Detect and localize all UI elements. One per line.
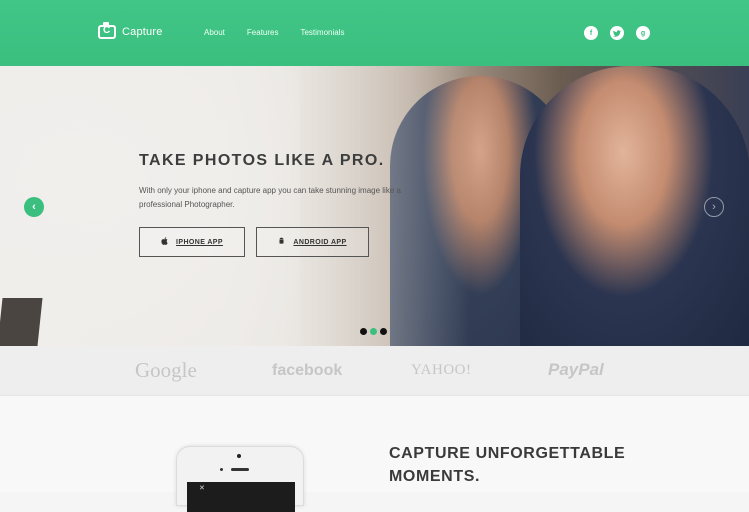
slider-next-button[interactable]: › [704,197,724,217]
google-logo: Google [135,358,197,382]
google-plus-icon[interactable]: g [636,26,650,40]
camera-icon [98,22,116,39]
iphone-mockup: ✕ [176,446,304,512]
android-app-button[interactable]: ANDROID APP [256,227,369,257]
site-logo[interactable]: Capture [98,22,163,39]
phone-speaker [231,468,249,471]
phone-sensor [220,468,223,471]
android-app-label: ANDROID APP [293,238,347,246]
slider-prev-button[interactable]: ‹ [24,197,44,217]
logo-text: Capture [122,26,163,38]
chevron-left-icon: ‹ [32,201,36,213]
facebook-logo: facebook [272,362,343,379]
slider-dot-3[interactable] [380,328,387,335]
android-icon [278,237,285,247]
iphone-app-label: IPHONE APP [176,238,223,246]
twitter-icon[interactable] [610,26,624,40]
slider-pagination [360,328,387,335]
apple-icon [161,237,168,247]
slider-dot-1[interactable] [360,328,367,335]
chevron-right-icon: › [712,201,716,213]
hero-slider: TAKE PHOTOS LIKE A PRO. With only your i… [0,66,749,346]
close-icon: ✕ [199,485,205,492]
facebook-icon[interactable]: f [584,26,598,40]
slider-dot-2[interactable] [370,328,377,335]
main-nav: About Features Testimonials [204,28,345,37]
partner-logos-strip: Google facebook YAHOO! PayPal [0,346,749,396]
hero-headline: TAKE PHOTOS LIKE A PRO. [139,152,385,169]
nav-testimonials-link[interactable]: Testimonials [300,28,344,37]
paypal-logo: PayPal [548,360,604,379]
phone-screen: ✕ [187,482,295,512]
feature-section: ✕ CAPTURE UNFORGETTABLE MOMENTS. [0,396,749,512]
yahoo-logo: YAHOO! [411,362,472,378]
feature-title: CAPTURE UNFORGETTABLE MOMENTS. [389,445,626,485]
hero-laptop-corner [0,298,43,346]
nav-features-link[interactable]: Features [247,28,279,37]
iphone-app-button[interactable]: IPHONE APP [139,227,245,257]
site-header: Capture About Features Testimonials f g [0,0,749,66]
phone-camera [237,454,241,458]
social-links: f g [584,26,650,40]
hero-tagline: With only your iphone and capture app yo… [139,186,401,209]
nav-about-link[interactable]: About [204,28,225,37]
